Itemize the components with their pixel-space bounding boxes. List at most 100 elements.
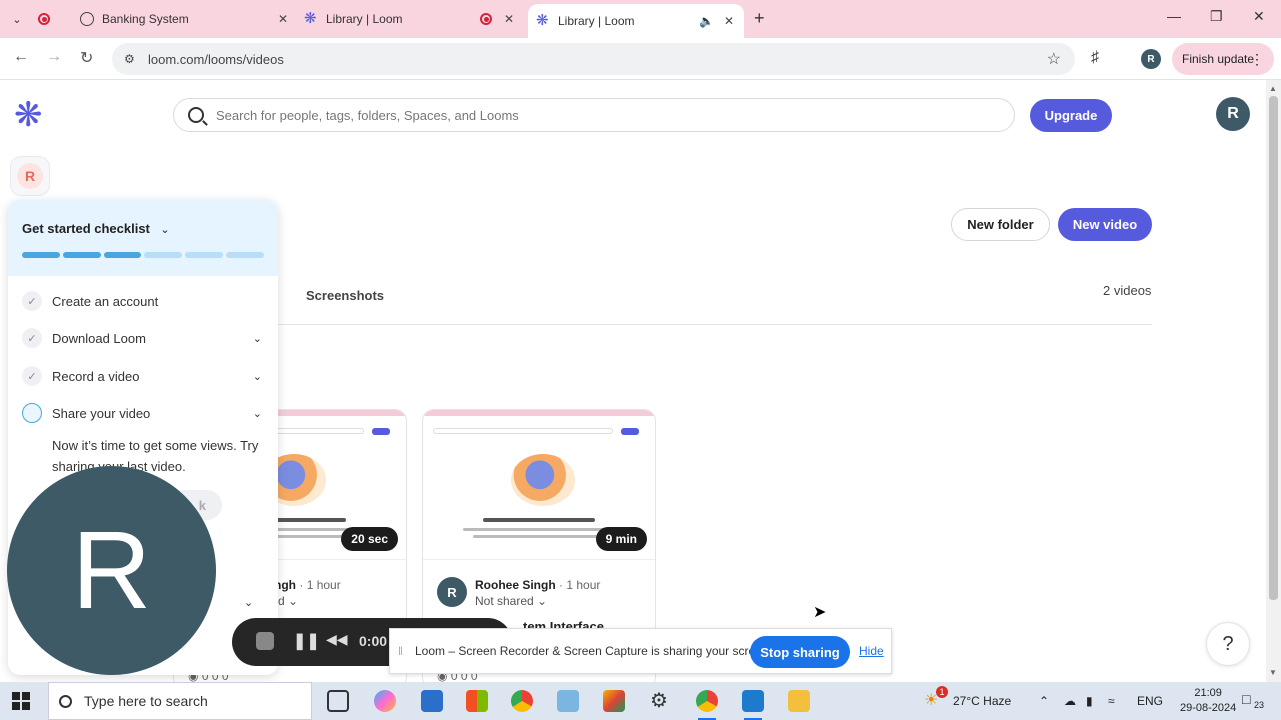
forward-arrow-icon[interactable]: →: [46, 48, 62, 66]
extensions-puzzle-icon[interactable]: ♯: [1091, 49, 1099, 67]
tab-list-chevron-icon[interactable]: ⌄: [6, 8, 28, 30]
checklist-item-create-account[interactable]: ✓ Create an account: [22, 290, 266, 312]
drag-handle-icon[interactable]: ‖: [398, 644, 403, 658]
chevron-down-icon[interactable]: ⌄: [244, 596, 253, 609]
thumbnail-button: [372, 428, 390, 435]
hide-link[interactable]: Hide: [859, 644, 884, 658]
checklist-item-label: Create an account: [52, 293, 159, 309]
loom-logo-icon[interactable]: ❋: [14, 98, 46, 132]
video-author: Roohee Singh · 1 hour: [475, 578, 600, 592]
battery-icon[interactable]: ▮: [1086, 694, 1093, 708]
pause-icon[interactable]: ❚❚: [293, 631, 320, 651]
search-bar[interactable]: [173, 98, 1015, 132]
close-icon[interactable]: ✕: [278, 12, 288, 26]
app-icon[interactable]: [557, 690, 579, 712]
screen-sharing-banner: ‖ Loom – Screen Recorder & Screen Captur…: [389, 628, 892, 674]
taskbar-clock[interactable]: 21:09 29-08-2024: [1180, 686, 1236, 716]
question-icon: ?: [1222, 632, 1234, 655]
app-icon[interactable]: [421, 690, 443, 712]
tab-library-loom-active[interactable]: ❋ Library | Loom 🔈 ✕: [528, 4, 744, 38]
user-avatar[interactable]: R: [1216, 97, 1250, 131]
scroll-up-icon[interactable]: ▲: [1269, 84, 1277, 93]
mouse-cursor-icon: ➤: [813, 604, 827, 621]
video-thumbnail[interactable]: 9 min: [423, 410, 655, 560]
chevron-down-icon[interactable]: ⌄: [253, 332, 262, 345]
profile-avatar[interactable]: R: [1141, 49, 1161, 69]
bookmark-star-icon[interactable]: ☆: [1047, 49, 1061, 69]
site-info-icon[interactable]: ⚙: [124, 52, 138, 66]
weather-badge: 1: [936, 686, 948, 698]
help-button[interactable]: ?: [1206, 622, 1250, 666]
copilot-icon[interactable]: [374, 690, 396, 712]
progress-segment: [185, 252, 224, 258]
checklist-item-share-video[interactable]: Share your video ⌄: [22, 402, 266, 424]
share-status[interactable]: d ⌄: [278, 594, 298, 608]
vscode-icon[interactable]: [742, 690, 764, 720]
tab-banking-system[interactable]: Banking System ✕: [80, 4, 298, 34]
loom-library-page: ❋ R Upgrade R New folder New video e Scr…: [0, 80, 1266, 682]
thumbnail-bar: [423, 410, 655, 416]
workspace-avatar[interactable]: R: [11, 157, 49, 195]
checklist-header[interactable]: Get started checklist ⌄: [8, 200, 278, 276]
scrollbar-thumb[interactable]: [1269, 96, 1278, 601]
chrome-icon[interactable]: [511, 690, 533, 712]
search-input[interactable]: [216, 107, 996, 123]
chevron-down-icon: ⌄: [288, 594, 299, 608]
network-icon[interactable]: ☁: [1064, 694, 1076, 708]
checklist-item-download-loom[interactable]: ✓ Download Loom ⌄: [22, 327, 266, 349]
share-status-label: d: [278, 594, 285, 608]
language-indicator[interactable]: ENG: [1137, 694, 1163, 708]
browser-tab-bar: ⌄ Banking System ✕ ❋ Library | Loom ✕ ❋ …: [0, 0, 1281, 38]
tab-title: Banking System: [102, 12, 189, 26]
page-scrollbar[interactable]: ▲ ▼: [1266, 80, 1281, 682]
camera-bubble[interactable]: R: [7, 466, 216, 675]
wifi-icon[interactable]: ≈: [1108, 694, 1115, 708]
rewind-icon[interactable]: ◀◀: [326, 631, 348, 648]
tab-recording[interactable]: [38, 4, 74, 34]
notifications-icon[interactable]: □: [1242, 691, 1250, 707]
back-arrow-icon[interactable]: ←: [13, 48, 29, 66]
stop-sharing-button[interactable]: Stop sharing: [750, 636, 850, 668]
new-folder-button[interactable]: New folder: [951, 208, 1050, 241]
store-icon[interactable]: [466, 690, 488, 712]
checklist-item-label: Record a video: [52, 368, 140, 384]
tab-library-loom[interactable]: ❋ Library | Loom ✕: [304, 4, 524, 34]
chevron-up-icon[interactable]: ⌃: [1039, 694, 1049, 708]
chevron-down-icon[interactable]: ⌄: [160, 224, 169, 236]
finish-update-button[interactable]: Finish update ⋮: [1172, 43, 1274, 75]
reload-icon[interactable]: ↻: [80, 48, 93, 68]
video-time: · 1 hour: [559, 578, 601, 592]
stop-recording-icon[interactable]: [256, 632, 274, 650]
speaker-icon[interactable]: 🔈: [699, 14, 714, 28]
progress-segment: [103, 252, 142, 258]
tab-screenshots[interactable]: Screenshots: [306, 288, 384, 303]
scroll-down-icon[interactable]: ▼: [1269, 668, 1277, 677]
file-explorer-icon[interactable]: [788, 690, 810, 712]
weather-text[interactable]: 27°C Haze: [953, 694, 1011, 708]
taskbar-search[interactable]: Type here to search: [48, 682, 312, 720]
address-bar[interactable]: ⚙ loom.com/looms/videos ☆: [112, 43, 1075, 75]
share-status[interactable]: Not shared ⌄: [475, 594, 547, 608]
close-icon[interactable]: ✕: [504, 12, 514, 26]
task-view-icon[interactable]: [327, 690, 349, 712]
close-icon[interactable]: ✕: [724, 14, 734, 28]
chevron-up-icon[interactable]: ⌄: [253, 407, 262, 420]
chevron-down-icon[interactable]: ⌄: [253, 370, 262, 383]
app-icon[interactable]: [603, 690, 625, 712]
checklist-item-record-video[interactable]: ✓ Record a video ⌄: [22, 365, 266, 387]
thumbnail-caption-line: [463, 528, 615, 531]
check-icon: ✓: [22, 366, 42, 386]
search-icon: [188, 107, 204, 123]
windows-start-icon[interactable]: [12, 692, 30, 710]
upgrade-button[interactable]: Upgrade: [1030, 99, 1112, 132]
new-tab-icon[interactable]: +: [754, 8, 765, 29]
new-video-button[interactable]: New video: [1058, 208, 1152, 241]
close-window-icon[interactable]: ✕: [1253, 8, 1265, 25]
tab-title: Library | Loom: [326, 12, 403, 26]
maximize-icon[interactable]: ❐: [1210, 8, 1223, 25]
minimize-icon[interactable]: —: [1167, 8, 1181, 24]
settings-gear-icon[interactable]: ⚙: [650, 690, 672, 712]
chrome-icon[interactable]: [696, 690, 718, 720]
circle-icon: [22, 403, 42, 423]
video-duration: 9 min: [595, 527, 647, 551]
